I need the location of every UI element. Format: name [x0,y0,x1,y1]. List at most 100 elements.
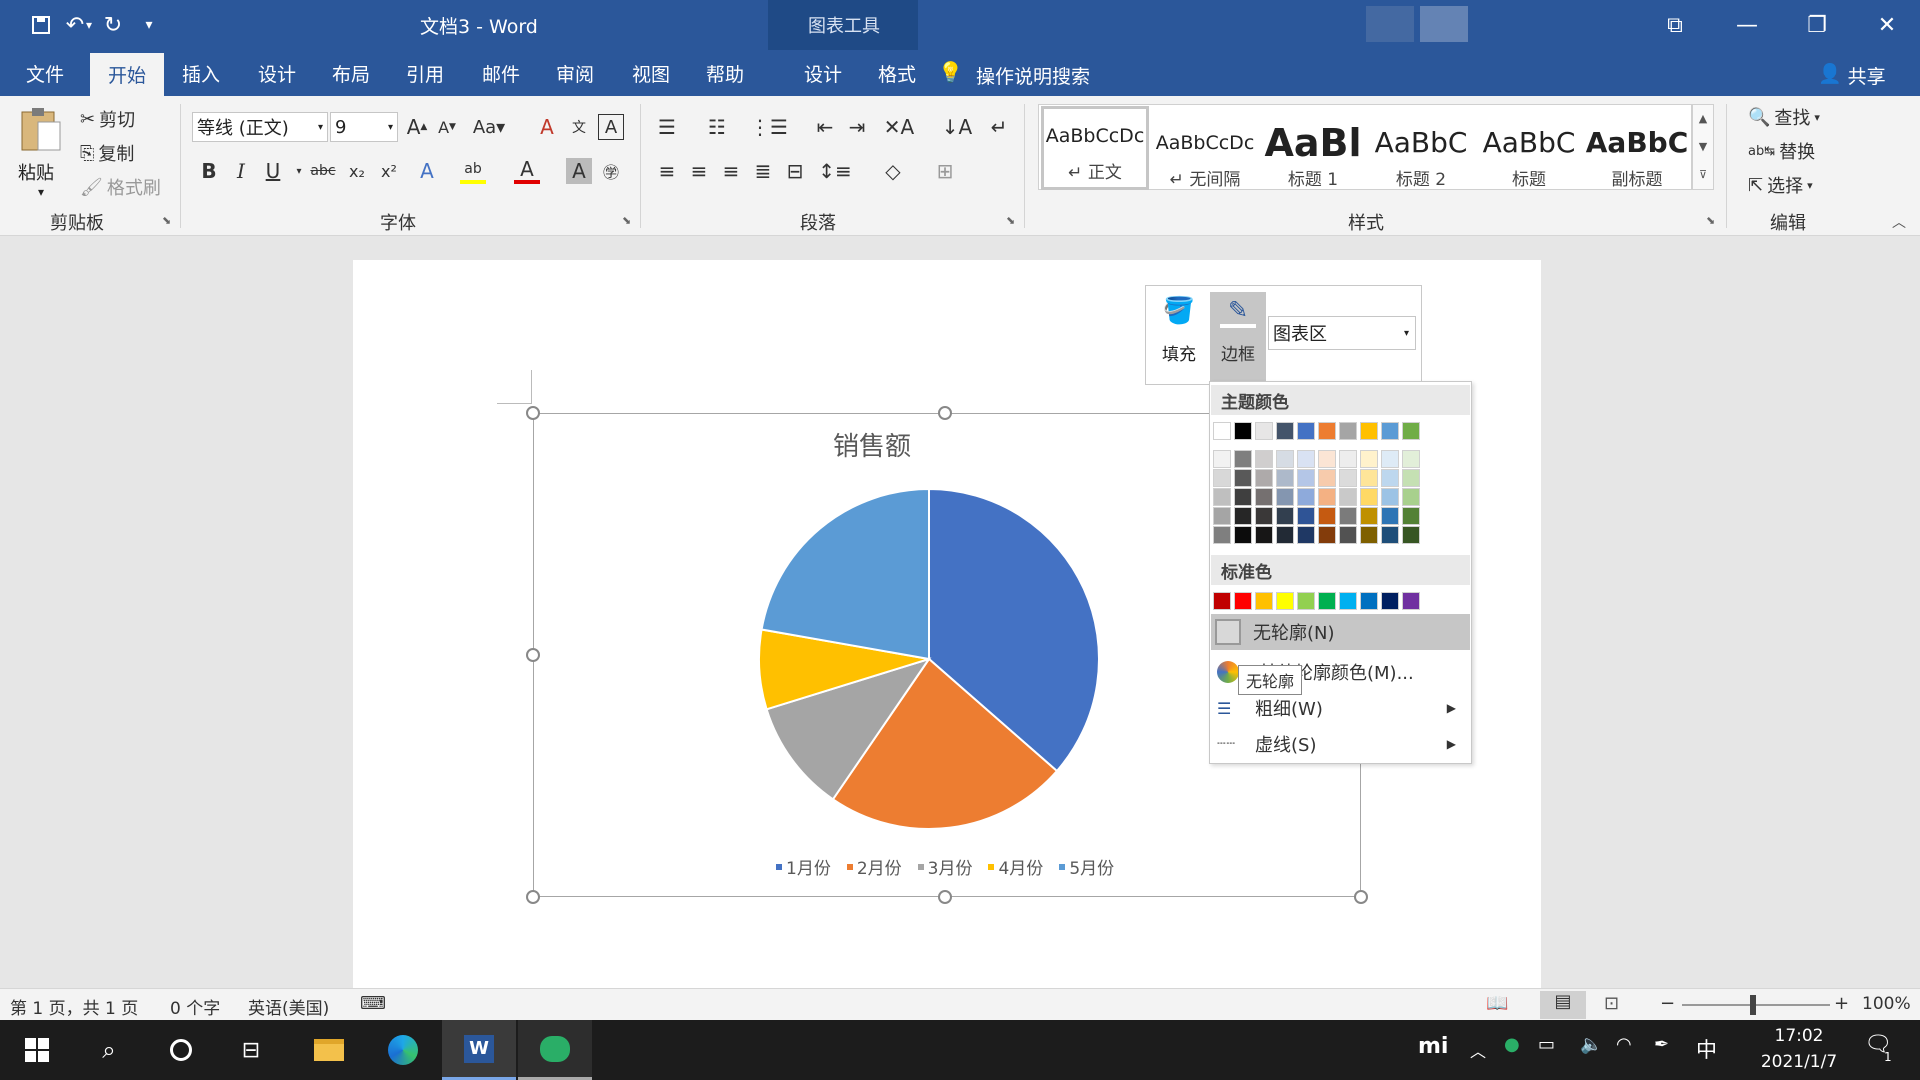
fill-button[interactable]: 🪣 填充 [1154,292,1204,378]
phonetic-guide-icon[interactable]: 文 [566,114,592,140]
color-swatch[interactable] [1276,507,1294,525]
wechat-icon[interactable] [518,1020,592,1080]
color-swatch[interactable] [1318,526,1336,544]
color-swatch[interactable] [1318,422,1336,440]
style-heading-2[interactable]: AaBbC 标题 2 [1367,113,1475,197]
copy-button[interactable]: ⎘ 复制 [80,140,134,166]
styles-scroll[interactable]: ▲ ▼ ⊽ [1692,104,1714,190]
superscript-icon[interactable]: x² [376,158,402,184]
line-spacing-icon[interactable]: ↕≡ [818,158,852,184]
color-swatch[interactable] [1213,488,1231,506]
align-center-icon[interactable]: ≡ [686,158,712,184]
change-case-icon[interactable]: Aa▾ [473,114,505,140]
zoom-in-icon[interactable]: + [1834,993,1849,1014]
redo-icon[interactable]: ↻ [96,10,130,40]
file-explorer-icon[interactable] [292,1020,366,1080]
accessibility-icon[interactable]: ⌨ [360,993,386,1014]
color-swatch[interactable] [1360,422,1378,440]
color-swatch[interactable] [1276,422,1294,440]
pie-plot[interactable] [754,484,1104,834]
color-swatch[interactable] [1234,450,1252,468]
language[interactable]: 英语(美国) [248,994,329,1019]
weight-item[interactable]: ☰ 粗细(W) ▶ [1211,690,1470,726]
tray-expand-icon[interactable]: ︿ [1470,1038,1486,1062]
dialog-launcher-icon[interactable]: ⬊ [1006,214,1015,227]
distributed-icon[interactable]: ⊟ [782,158,808,184]
resize-handle[interactable] [526,890,540,904]
tab-view[interactable]: 视图 [614,50,688,96]
clear-formatting-icon[interactable]: A [534,114,560,140]
save-icon[interactable] [24,10,58,40]
scroll-up-icon[interactable]: ▲ [1693,105,1713,133]
align-right-icon[interactable]: ≡ [718,158,744,184]
ribbon-display-icon[interactable]: ⧉ [1640,2,1710,48]
windows-start-icon[interactable] [0,1020,74,1080]
chart-elements-combo[interactable]: 图表区 ▾ [1268,316,1416,350]
color-swatch[interactable] [1360,469,1378,487]
collapse-ribbon-icon[interactable]: ︿ [1892,212,1906,232]
more-styles-icon[interactable]: ⊽ [1693,161,1713,189]
grow-font-icon[interactable]: A ▲ [404,114,430,140]
color-swatch[interactable] [1339,592,1357,610]
color-swatch[interactable] [1255,526,1273,544]
task-view-icon[interactable]: ⊟ [214,1020,288,1080]
search-icon[interactable]: ⌕ [72,1020,146,1080]
sort-icon[interactable]: ↓A [942,114,972,140]
color-swatch[interactable] [1255,469,1273,487]
color-swatch[interactable] [1318,488,1336,506]
color-swatch[interactable] [1234,507,1252,525]
edge-icon[interactable] [366,1020,440,1080]
text-effects-icon[interactable]: A [414,158,440,184]
tab-chart-design[interactable]: 设计 [786,50,860,96]
tab-layout[interactable]: 布局 [314,50,388,96]
color-swatch[interactable] [1318,450,1336,468]
account-avatar[interactable] [1366,6,1414,42]
legend-item[interactable]: 3月份 [917,854,972,879]
color-swatch[interactable] [1318,469,1336,487]
mi-icon[interactable]: mi [1418,1034,1448,1059]
color-swatch[interactable] [1234,469,1252,487]
color-swatch[interactable] [1255,592,1273,610]
undo-dropdown-icon[interactable]: ▾ [82,10,96,40]
tab-design[interactable]: 设计 [240,50,314,96]
pen-tray-icon[interactable]: ✒ [1654,1034,1669,1055]
color-swatch[interactable] [1339,488,1357,506]
font-size-combo[interactable]: 9 ▾ [330,112,398,142]
borders-icon[interactable]: ⊞ [932,158,958,184]
find-button[interactable]: 🔍 查找 ▾ [1748,104,1820,130]
dialog-launcher-icon[interactable]: ⬊ [162,214,171,227]
color-swatch[interactable] [1381,488,1399,506]
legend-item[interactable]: 2月份 [846,854,902,879]
style-no-spacing[interactable]: AaBbCcDc ↵ 无间隔 [1151,113,1259,197]
color-swatch[interactable] [1402,469,1420,487]
color-swatch[interactable] [1255,507,1273,525]
subscript-icon[interactable]: x₂ [344,158,370,184]
color-swatch[interactable] [1402,592,1420,610]
chevron-down-icon[interactable]: ▾ [286,158,312,184]
ime-indicator[interactable]: 中 [1696,1034,1717,1064]
shrink-font-icon[interactable]: A ▼ [434,114,460,140]
zoom-level[interactable]: 100% [1862,994,1911,1014]
numbering-icon[interactable]: ☷ [704,114,730,140]
color-swatch[interactable] [1213,592,1231,610]
color-swatch[interactable] [1276,488,1294,506]
color-swatch[interactable] [1360,526,1378,544]
wechat-tray-icon[interactable]: ● [1504,1034,1520,1055]
legend-item[interactable]: 5月份 [1059,854,1114,879]
color-swatch[interactable] [1381,469,1399,487]
color-swatch[interactable] [1234,488,1252,506]
minimize-icon[interactable]: — [1712,2,1782,48]
page-count[interactable]: 第 1 页，共 1 页 [10,994,138,1019]
color-swatch[interactable] [1381,526,1399,544]
replace-button[interactable]: ab↹ 替换 [1748,138,1815,164]
tab-home[interactable]: 开始 [90,53,165,96]
tab-file[interactable]: 文件 [8,50,82,96]
color-swatch[interactable] [1402,450,1420,468]
dashes-item[interactable]: ┄┄ 虚线(S) ▶ [1211,726,1470,762]
read-mode-icon[interactable]: 📖 [1486,993,1508,1014]
color-swatch[interactable] [1339,507,1357,525]
decrease-indent-icon[interactable]: ⇤ [812,114,838,140]
dialog-launcher-icon[interactable]: ⬊ [622,214,631,227]
italic-icon[interactable]: I [228,158,254,184]
clock-date[interactable]: 2021/1/7 [1744,1052,1854,1072]
